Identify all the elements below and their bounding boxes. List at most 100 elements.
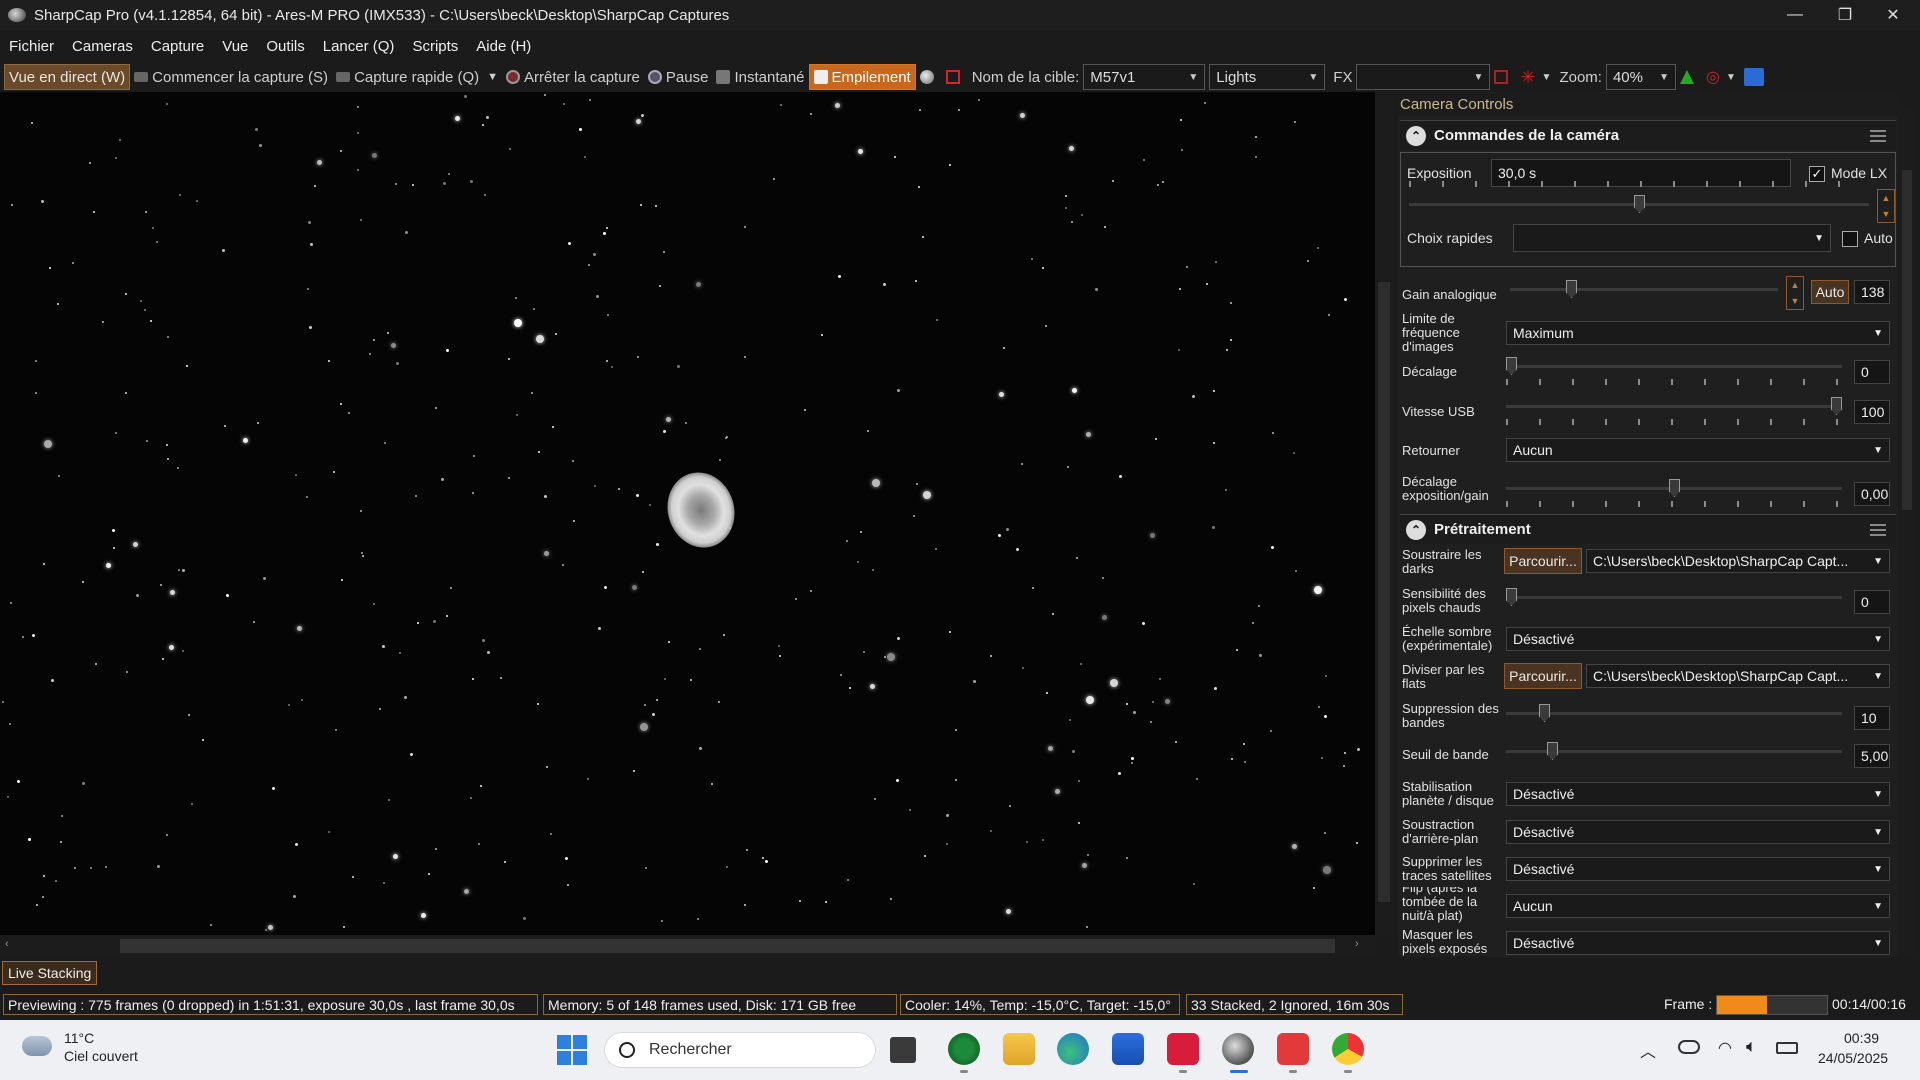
hot-pixel-slider[interactable] (1506, 588, 1842, 608)
store-icon[interactable] (1112, 1033, 1144, 1065)
image-viewport[interactable] (0, 92, 1375, 935)
focus-button[interactable]: ◎ ▼ (1702, 64, 1740, 90)
weather-widget[interactable]: 11°C Ciel couvert (20, 1030, 160, 1070)
stabilize-select[interactable]: Désactivé ▼ (1506, 782, 1890, 806)
taskbar-search[interactable]: Rechercher (604, 1032, 876, 1068)
chrome-icon[interactable] (1332, 1033, 1364, 1065)
down-icon[interactable]: ▼ (1882, 209, 1891, 219)
vertical-scrollbar[interactable] (1375, 92, 1393, 935)
preprocess-section-header[interactable]: ⌃ Prétraitement (1400, 514, 1896, 544)
scroll-right-icon[interactable]: › (1355, 938, 1359, 950)
anydesk-icon[interactable] (1277, 1033, 1309, 1065)
close-button[interactable]: ✕ (1870, 0, 1916, 30)
menu-cameras[interactable]: Cameras (63, 38, 142, 55)
usb-speed-value[interactable]: 100 (1854, 400, 1890, 424)
quick-choice-select[interactable]: ▼ (1513, 224, 1831, 252)
exp-gain-offset-slider[interactable] (1506, 479, 1842, 507)
clock-date[interactable]: 24/05/2025 (1818, 1050, 1888, 1066)
slider-knob[interactable] (1669, 479, 1680, 497)
minimize-button[interactable]: — (1772, 0, 1818, 30)
flats-path-select[interactable]: C:\Users\beck\Desktop\SharpCap Capt... ▼ (1586, 664, 1890, 688)
pause-button[interactable]: Pause (644, 64, 713, 90)
quick-capture-button[interactable]: Capture rapide (Q) ▼ (332, 64, 502, 90)
slider-knob[interactable] (1634, 195, 1645, 213)
reticle-button[interactable] (1490, 64, 1516, 90)
zoom-select[interactable]: 40% ▼ (1605, 64, 1676, 90)
down-icon[interactable]: ▼ (1791, 296, 1800, 306)
up-icon[interactable]: ▲ (1791, 280, 1800, 290)
slider-knob[interactable] (1506, 588, 1517, 606)
scroll-left-icon[interactable]: ‹ (5, 938, 9, 950)
gain-spinner[interactable]: ▲ ▼ (1786, 276, 1804, 310)
menu-icon[interactable] (1870, 523, 1886, 536)
red-app-icon[interactable] (1167, 1033, 1199, 1065)
onedrive-offline-icon[interactable] (1678, 1040, 1700, 1054)
slider-knob[interactable] (1547, 742, 1558, 760)
panel-scroll-thumb[interactable] (1902, 170, 1912, 510)
chevron-down-icon[interactable]: ▼ (487, 71, 498, 83)
volume-icon[interactable]: 🔈︎ (1746, 1036, 1757, 1057)
horizontal-scroll-thumb[interactable] (120, 939, 1335, 953)
band-threshold-slider[interactable] (1506, 742, 1842, 762)
histogram-button[interactable] (1676, 64, 1702, 90)
live-stacking-tab[interactable]: Live Stacking (2, 961, 98, 985)
menu-aide[interactable]: Aide (H) (467, 38, 540, 55)
banding-slider[interactable] (1506, 704, 1842, 724)
gain-value[interactable]: 138 (1854, 280, 1890, 304)
slider-knob[interactable] (1831, 397, 1842, 415)
edge-browser-icon[interactable] (1057, 1033, 1089, 1065)
darks-path-select[interactable]: C:\Users\beck\Desktop\SharpCap Capt... ▼ (1586, 549, 1890, 573)
frame-limit-select[interactable]: Maximum ▼ (1506, 321, 1890, 345)
exp-gain-offset-value[interactable]: 0,00 (1854, 482, 1890, 506)
frame-type-button[interactable] (942, 64, 968, 90)
menu-icon[interactable] (1870, 129, 1886, 142)
start-button[interactable] (557, 1035, 587, 1065)
sharpcap-taskbar-icon[interactable] (1222, 1033, 1254, 1065)
crosshair-button[interactable]: ✳ ▼ (1516, 64, 1555, 90)
browse-flats-button[interactable]: Parcourir... (1504, 663, 1582, 689)
auto-checkbox[interactable] (1842, 231, 1858, 247)
slider-knob[interactable] (1566, 280, 1577, 298)
usb-speed-slider[interactable] (1506, 397, 1842, 425)
gaming-app-icon[interactable] (948, 1033, 980, 1065)
live-view-button[interactable]: Vue en direct (W) (4, 64, 131, 90)
file-explorer-icon[interactable] (1003, 1033, 1035, 1065)
clock-time[interactable]: 00:39 (1844, 1030, 1879, 1046)
menu-fichier[interactable]: Fichier (0, 38, 63, 55)
wifi-icon[interactable]: ◠ (1718, 1038, 1732, 1058)
offset-slider[interactable] (1506, 357, 1842, 385)
menu-scripts[interactable]: Scripts (403, 38, 467, 55)
collapse-icon[interactable]: ⌃ (1406, 519, 1426, 540)
moon-button[interactable] (916, 64, 942, 90)
stop-capture-button[interactable]: Arrêter la capture (502, 64, 644, 90)
exposure-spinner[interactable]: ▲ ▼ (1877, 189, 1895, 223)
horizontal-scrollbar[interactable]: ‹ › (0, 935, 1375, 957)
menu-lancer[interactable]: Lancer (Q) (314, 38, 404, 55)
vertical-scroll-thumb[interactable] (1378, 282, 1390, 902)
target-name-input[interactable]: M57v1 ▼ (1083, 64, 1206, 90)
frame-type-select[interactable]: Lights ▼ (1209, 64, 1326, 90)
sat-trails-select[interactable]: Désactivé ▼ (1506, 857, 1890, 881)
mount-button[interactable] (1740, 64, 1772, 90)
collapse-icon[interactable]: ⌃ (1406, 125, 1426, 146)
bg-sub-select[interactable]: Désactivé ▼ (1506, 820, 1890, 844)
slider-knob[interactable] (1506, 357, 1517, 375)
gain-slider[interactable] (1510, 280, 1778, 300)
menu-vue[interactable]: Vue (213, 38, 257, 55)
flip-after-select[interactable]: Aucun ▼ (1506, 894, 1890, 918)
up-icon[interactable]: ▲ (1882, 193, 1891, 203)
panel-scrollbar[interactable] (1898, 110, 1916, 955)
gain-auto-button[interactable]: Auto (1811, 280, 1849, 304)
band-threshold-value[interactable]: 5,00 (1854, 744, 1890, 768)
menu-outils[interactable]: Outils (257, 38, 313, 55)
maximize-button[interactable]: ❐ (1822, 0, 1868, 30)
dark-scale-select[interactable]: Désactivé ▼ (1506, 627, 1890, 651)
battery-icon[interactable] (1776, 1042, 1798, 1054)
lx-mode-checkbox[interactable]: ✓ (1809, 166, 1825, 182)
offset-value[interactable]: 0 (1854, 360, 1890, 384)
task-view-icon[interactable] (890, 1037, 916, 1063)
slider-knob[interactable] (1539, 704, 1550, 722)
menu-capture[interactable]: Capture (142, 38, 213, 55)
browse-darks-button[interactable]: Parcourir... (1504, 548, 1582, 574)
stacking-button[interactable]: Empilement (808, 64, 916, 90)
